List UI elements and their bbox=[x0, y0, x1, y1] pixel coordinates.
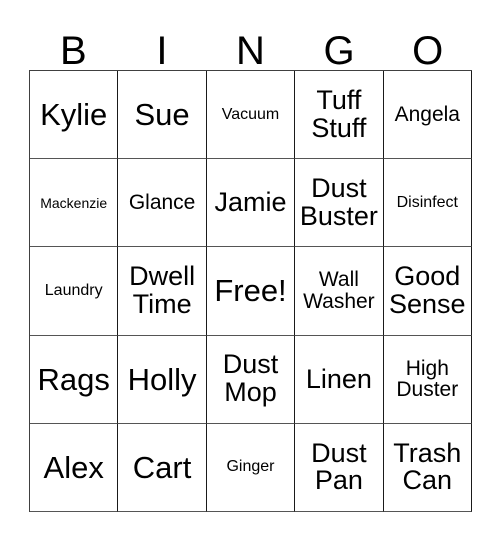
bingo-cell-label: Dust Buster bbox=[299, 172, 378, 231]
bingo-header-letter-n: N bbox=[236, 29, 265, 73]
bingo-cell-label: Angela bbox=[394, 103, 460, 127]
bingo-cell[interactable]: Dwell Time bbox=[118, 247, 207, 336]
bingo-cell-label: Mackenzie bbox=[40, 194, 108, 211]
bingo-cell[interactable]: Alex bbox=[30, 423, 119, 512]
bingo-cell-label: High Duster bbox=[396, 356, 459, 402]
bingo-cell[interactable]: Dust Pan bbox=[295, 423, 384, 512]
bingo-header-row: B I N G O bbox=[29, 20, 472, 73]
bingo-header-letter-o: O bbox=[412, 29, 444, 73]
bingo-cell-label: Good Sense bbox=[389, 261, 466, 319]
bingo-cell[interactable]: Free! bbox=[206, 247, 296, 336]
bingo-cell-label: Jamie bbox=[214, 187, 287, 218]
bingo-cell[interactable]: Laundry bbox=[30, 247, 119, 336]
bingo-cell-label: Trash Can bbox=[393, 437, 462, 496]
bingo-cell[interactable]: Jamie bbox=[206, 159, 296, 248]
bingo-cell-label: Sue bbox=[134, 97, 190, 133]
bingo-cell[interactable]: Vacuum bbox=[206, 71, 296, 160]
bingo-cell-label: Dwell Time bbox=[129, 261, 196, 319]
bingo-cell[interactable]: Dust Mop bbox=[206, 335, 296, 424]
bingo-header-letter-g: G bbox=[323, 29, 355, 73]
bingo-cell[interactable]: Sue bbox=[118, 71, 207, 160]
bingo-cell-label: Laundry bbox=[44, 281, 103, 299]
bingo-cell[interactable]: Trash Can bbox=[383, 423, 472, 512]
bingo-cell[interactable]: Linen bbox=[295, 335, 384, 424]
bingo-grid: Kylie Sue Vacuum Tuff Stuff Angela Mackenzie G… bbox=[29, 70, 472, 512]
bingo-cell[interactable]: Ginger bbox=[206, 423, 296, 512]
bingo-header-letter-i: I bbox=[156, 29, 168, 73]
bingo-cell[interactable]: Kylie bbox=[30, 71, 119, 160]
bingo-cell-label: Rags bbox=[37, 361, 110, 397]
bingo-cell-label: Linen bbox=[305, 363, 372, 394]
bingo-header-cell-o: O bbox=[383, 20, 472, 73]
bingo-cell[interactable]: Good Sense bbox=[383, 247, 472, 336]
bingo-cell-label: Kylie bbox=[40, 97, 108, 133]
bingo-cell-label: Holly bbox=[127, 361, 197, 397]
bingo-cell[interactable]: Rags bbox=[30, 335, 119, 424]
bingo-cell-label: Vacuum bbox=[221, 105, 280, 123]
bingo-cell-label: Glance bbox=[128, 191, 196, 215]
bingo-cell-label: Tuff Stuff bbox=[311, 84, 367, 143]
bingo-header-cell-i: I bbox=[118, 20, 207, 73]
bingo-header-letter-b: B bbox=[59, 29, 87, 73]
bingo-cell[interactable]: Disinfect bbox=[383, 159, 472, 248]
bingo-cell-label: Wall Washer bbox=[303, 268, 375, 313]
bingo-cell-label: Cart bbox=[132, 449, 192, 485]
bingo-cell[interactable]: Holly bbox=[118, 335, 207, 424]
bingo-cell[interactable]: High Duster bbox=[383, 335, 472, 424]
bingo-cell[interactable]: Wall Washer bbox=[295, 247, 384, 336]
bingo-header-cell-n: N bbox=[206, 20, 295, 73]
bingo-header-cell-b: B bbox=[29, 20, 118, 73]
bingo-cell-label: Disinfect bbox=[396, 193, 458, 211]
bingo-cell[interactable]: Cart bbox=[118, 423, 207, 512]
bingo-cell[interactable]: Angela bbox=[383, 71, 472, 160]
bingo-cell-label: Dust Pan bbox=[311, 437, 367, 496]
bingo-cell[interactable]: Dust Buster bbox=[295, 159, 384, 248]
bingo-cell[interactable]: Glance bbox=[118, 159, 207, 248]
bingo-cell[interactable]: Mackenzie bbox=[30, 159, 119, 248]
bingo-cell-label: Ginger bbox=[226, 458, 275, 476]
bingo-card: B I N G O Kylie Sue Vacuum Tuff Stuff Angela… bbox=[0, 0, 500, 544]
bingo-cell-label: Alex bbox=[43, 449, 104, 485]
bingo-cell[interactable]: Tuff Stuff bbox=[295, 71, 384, 160]
bingo-header-cell-g: G bbox=[295, 20, 384, 73]
bingo-cell-label: Dust Mop bbox=[222, 349, 279, 408]
bingo-cell-label: Free! bbox=[214, 273, 287, 309]
